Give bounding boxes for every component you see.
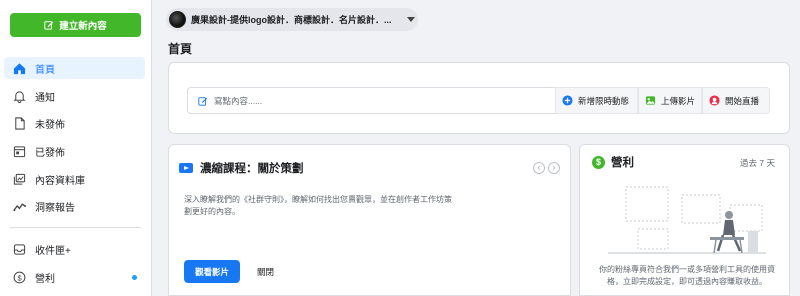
- sidebar-item-home[interactable]: 首頁: [4, 57, 145, 79]
- period-label: 過去 7 天: [740, 158, 775, 168]
- compose-placeholder: 寫點內容......: [214, 95, 263, 106]
- create-content-label: 建立新內容: [59, 21, 107, 32]
- monetization-card: $ 營利 過去 7 天 你的粉絲專頁符合我們一或多項營利工具的使用資格，立即完成…: [579, 144, 790, 296]
- home-icon: [13, 62, 26, 74]
- monetization-header: $ 營利: [592, 154, 634, 170]
- composer-card: 寫點內容...... 新增限時動態 上傳影片 開始直播: [168, 62, 790, 134]
- page-selector[interactable]: 廣果設計-提供logo設計．商標設計．名片設計．...: [166, 8, 418, 31]
- dollar-icon: $: [13, 271, 26, 283]
- sidebar-item-label: 通知: [35, 92, 55, 104]
- photo-icon: [645, 96, 656, 105]
- chevron-left-icon[interactable]: ‹: [533, 162, 545, 174]
- course-title: 濃縮課程：關於策劃: [200, 163, 304, 175]
- video-icon: [179, 163, 193, 173]
- sidebar-item-published[interactable]: 已發佈: [4, 140, 145, 162]
- dollar-icon: $: [592, 155, 605, 169]
- page-avatar: [169, 11, 186, 28]
- notification-dot: [132, 274, 137, 280]
- bell-icon: [13, 90, 26, 103]
- add-story-button[interactable]: 新增限時動態: [555, 87, 638, 114]
- close-button[interactable]: 關閉: [257, 266, 274, 278]
- add-story-label: 新增限時動態: [578, 95, 630, 106]
- plus-circle-icon: [562, 95, 573, 106]
- sidebar-item-insights[interactable]: 洞察報告: [4, 195, 145, 217]
- upload-video-button[interactable]: 上傳影片: [638, 87, 702, 114]
- inbox-icon: [13, 243, 26, 255]
- sidebar-divider: [10, 227, 141, 228]
- sidebar-item-label: 營利: [35, 273, 55, 285]
- course-header: 濃縮課程：關於策劃: [179, 160, 304, 176]
- chevron-down-icon: [406, 17, 415, 22]
- live-icon: [709, 95, 720, 106]
- monetization-title: 營利: [611, 157, 634, 169]
- sidebar-item-label: 首頁: [35, 64, 55, 76]
- sidebar-item-label: 收件匣+: [35, 245, 71, 257]
- compose-input[interactable]: 寫點內容......: [187, 87, 555, 114]
- page-name: 廣果設計-提供logo設計．商標設計．名片設計．...: [191, 15, 392, 25]
- edit-icon: [44, 21, 54, 30]
- trend-icon: [13, 202, 26, 211]
- page-title: 首頁: [168, 42, 193, 56]
- edit-icon: [198, 96, 208, 106]
- go-live-label: 開始直播: [725, 95, 760, 106]
- upload-video-label: 上傳影片: [661, 95, 696, 106]
- sidebar-item-label: 洞察報告: [35, 202, 75, 214]
- carousel-controls: ‹ ›: [533, 162, 560, 174]
- svg-text:$: $: [17, 273, 21, 282]
- sidebar-item-label: 未發佈: [35, 119, 65, 131]
- sidebar-item-content-library[interactable]: 內容資料庫: [4, 168, 145, 190]
- monetization-illustration: [608, 186, 766, 254]
- create-content-button[interactable]: 建立新內容: [10, 13, 141, 37]
- chevron-right-icon[interactable]: ›: [548, 162, 560, 174]
- sidebar-item-monetization[interactable]: $ 營利: [4, 266, 145, 288]
- sidebar-item-label: 內容資料庫: [35, 175, 85, 187]
- sidebar-item-label: 已發佈: [35, 147, 65, 159]
- monetization-description: 你的粉絲專頁符合我們一或多項營利工具的使用資格，立即完成設定，即可透過內容賺取收…: [599, 265, 775, 286]
- sidebar: 建立新內容 首頁 通知 未發佈 已發佈 內容資料庫 洞察報告 收件匣+ $ 營利: [0, 0, 152, 296]
- document-icon: [15, 116, 25, 130]
- sidebar-item-inbox[interactable]: 收件匣+: [4, 238, 145, 260]
- sidebar-item-unpublished[interactable]: 未發佈: [4, 112, 145, 134]
- calendar-icon: [13, 145, 26, 157]
- course-card: 濃縮課程：關於策劃 ‹ › 深入瞭解我們的《社群守則》，瞭解如何找出您賣觀眾，並…: [168, 144, 571, 296]
- watch-video-button[interactable]: 觀看影片: [184, 260, 240, 283]
- go-live-button[interactable]: 開始直播: [702, 87, 770, 114]
- library-icon: [13, 173, 26, 185]
- course-description: 深入瞭解我們的《社群守則》，瞭解如何找出您賣觀眾，並在創作者工作坊策劃更好的內容…: [184, 195, 452, 216]
- sidebar-item-notifications[interactable]: 通知: [4, 85, 145, 107]
